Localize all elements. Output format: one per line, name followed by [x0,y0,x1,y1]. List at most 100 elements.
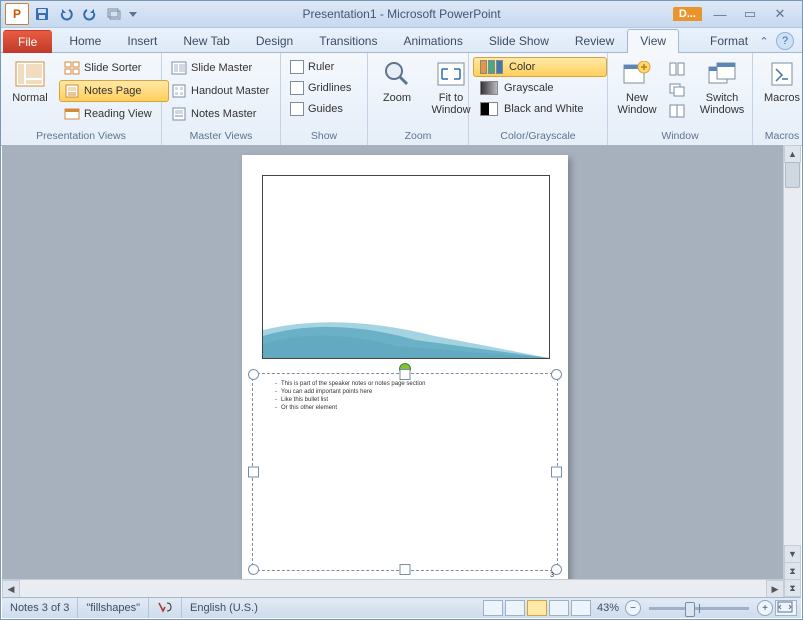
guides-checkbox[interactable]: Guides [285,99,363,119]
ruler-checkbox[interactable]: Ruler [285,57,363,77]
context-tab-header: D... [673,7,702,21]
status-language[interactable]: English (U.S.) [182,598,266,618]
ribbon-help: ⌃ ? [756,32,794,50]
undo-icon[interactable] [55,3,77,25]
ribbon-tabs: File Home Insert New Tab Design Transiti… [1,28,802,53]
group-window: New Window Switch Windows Window [608,53,753,145]
notes-page[interactable]: This is part of the speaker notes or not… [242,155,568,585]
normal-view-icon[interactable] [483,600,503,616]
workspace: This is part of the speaker notes or not… [2,145,801,597]
window-controls: D... — ▭ ✕ [673,1,802,27]
status-bar: Notes 3 of 3 "fillshapes" English (U.S.)… [2,597,801,618]
reading-view-icon[interactable] [549,600,569,616]
group-presentation-views: Normal Slide Sorter Notes Page Reading V… [1,53,162,145]
qat-more-icon[interactable] [103,3,125,25]
qat-dropdown-icon[interactable] [127,3,139,25]
status-notes-count[interactable]: Notes 3 of 3 [2,598,78,618]
tab-home[interactable]: Home [56,29,114,53]
group-zoom: Zoom Fit to Window Zoom [368,53,469,145]
gridlines-checkbox[interactable]: Gridlines [285,78,363,98]
slideshow-view-icon[interactable] [571,600,591,616]
powerpoint-icon[interactable]: P [5,3,29,25]
zoom-value[interactable]: 43% [597,602,619,614]
notes-text-box[interactable]: This is part of the speaker notes or not… [252,373,558,571]
minimize-button[interactable]: — [708,6,732,22]
tab-slideshow[interactable]: Slide Show [476,29,562,53]
tab-transitions[interactable]: Transitions [306,29,390,53]
switch-windows-button[interactable]: Switch Windows [696,55,748,119]
notes-master-button[interactable]: Notes Master [166,103,276,125]
slide-sorter-button[interactable]: Slide Sorter [59,57,169,79]
restore-button[interactable]: ▭ [738,6,762,22]
checkbox-icon [290,81,304,95]
selection-handle[interactable] [400,369,411,380]
notes-line: This is part of the speaker notes or not… [275,380,547,388]
scroll-thumb[interactable] [785,162,800,188]
slide-master-button[interactable]: Slide Master [166,57,276,79]
selection-handle[interactable] [248,564,259,575]
selection-handle[interactable] [248,467,259,478]
checkbox-icon [290,60,304,74]
scroll-right-icon[interactable]: ▶ [766,580,784,597]
zoom-in-button[interactable]: + [757,600,773,616]
normal-view-button[interactable]: Normal [5,55,55,107]
zoom-button[interactable]: Zoom [372,55,422,107]
tab-animations[interactable]: Animations [390,29,475,53]
scroll-down-icon[interactable]: ▼ [784,545,801,563]
tab-insert[interactable]: Insert [114,29,170,53]
status-spellcheck[interactable] [149,598,182,618]
color-button[interactable]: Color [473,57,607,77]
zoom-knob[interactable] [685,602,695,617]
grayscale-button[interactable]: Grayscale [473,78,607,98]
selection-handle[interactable] [551,467,562,478]
tab-view[interactable]: View [627,29,679,53]
notes-line: Like this bullet list [275,396,547,404]
status-right: 43% − + [483,598,797,618]
handout-master-button[interactable]: Handout Master [166,80,276,102]
tab-newtab[interactable]: New Tab [170,29,242,53]
zoom-out-button[interactable]: − [625,600,641,616]
scroll-up-icon[interactable]: ▲ [784,145,801,163]
group-color-grayscale: Color Grayscale Black and White Color/Gr… [469,53,608,145]
horizontal-scrollbar[interactable]: ◀ ▶ [2,579,784,597]
save-icon[interactable] [31,3,53,25]
reading-view-button[interactable]: Reading View [59,103,169,125]
macros-button[interactable]: Macros [757,55,803,107]
notes-page-button[interactable]: Notes Page [59,80,169,102]
slide-thumbnail[interactable] [262,175,550,359]
normal-label: Normal [12,92,47,104]
vertical-scrollbar[interactable]: ▲ ▼ ⧗ ⧗ [783,145,801,597]
sorter-view-icon[interactable] [505,600,525,616]
help-icon[interactable]: ? [776,32,794,50]
checkbox-icon [290,102,304,116]
fit-to-window-icon[interactable] [775,600,797,616]
move-split-button[interactable] [666,101,692,121]
zoom-slider[interactable] [649,607,749,610]
minimize-ribbon-icon[interactable]: ⌃ [756,33,772,49]
group-label: Presentation Views [5,128,157,145]
close-button[interactable]: ✕ [768,6,792,22]
new-window-button[interactable]: New Window [612,55,662,119]
redo-icon[interactable] [79,3,101,25]
prev-slide-icon[interactable]: ⧗ [784,562,801,580]
quick-access-toolbar: P [1,3,139,25]
tab-review[interactable]: Review [562,29,627,53]
selection-handle[interactable] [400,564,411,575]
next-slide-icon[interactable]: ⧗ [784,579,801,597]
arrange-all-button[interactable] [666,59,692,79]
app-window: P Presentation1 - Microsoft PowerPoint D… [0,0,803,620]
tab-design[interactable]: Design [243,29,306,53]
cascade-button[interactable] [666,80,692,100]
black-and-white-button[interactable]: Black and White [473,99,607,119]
tab-file[interactable]: File [3,30,52,53]
notes-text[interactable]: This is part of the speaker notes or not… [275,380,547,412]
notes-view-icon[interactable] [527,600,547,616]
ribbon: Normal Slide Sorter Notes Page Reading V… [1,53,802,146]
scroll-left-icon[interactable]: ◀ [2,580,20,597]
group-master-views: Slide Master Handout Master Notes Master… [162,53,281,145]
selection-handle[interactable] [551,369,562,380]
selection-handle[interactable] [248,369,259,380]
tab-format[interactable]: Format [697,29,761,53]
title-bar: P Presentation1 - Microsoft PowerPoint D… [1,1,802,28]
status-theme[interactable]: "fillshapes" [78,598,149,618]
